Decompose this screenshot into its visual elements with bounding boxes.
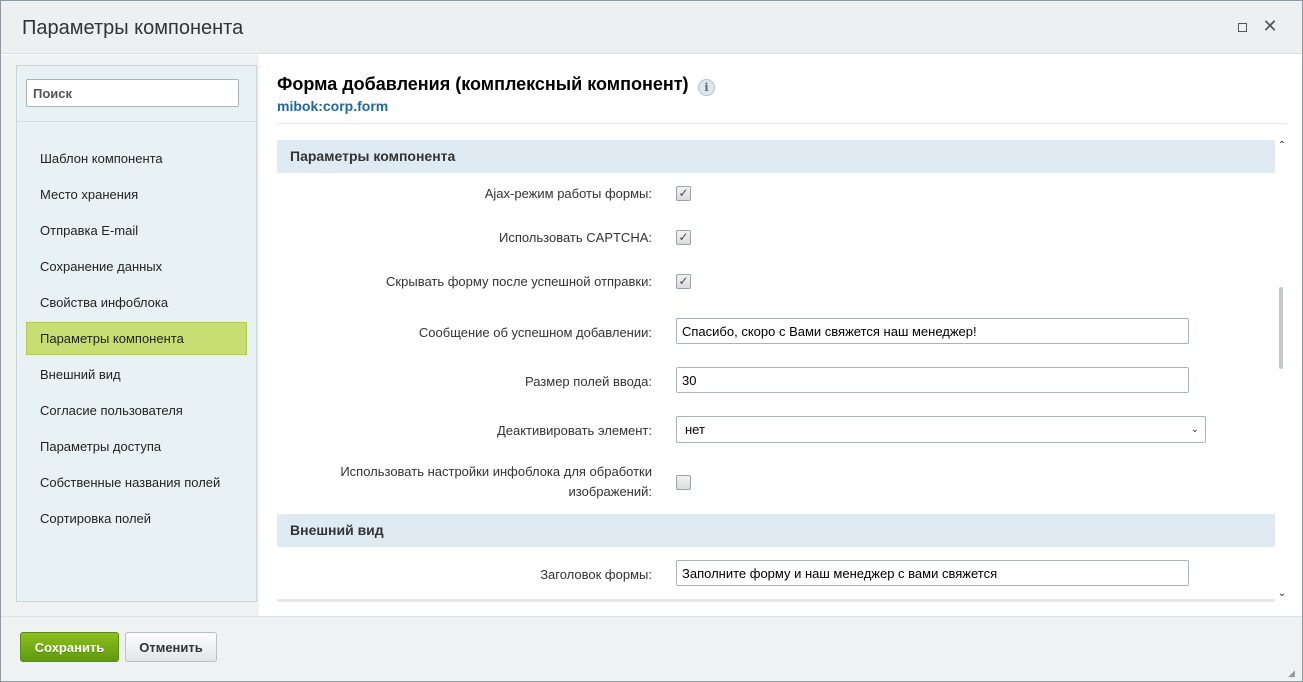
- close-icon[interactable]: ✕: [1262, 18, 1278, 36]
- save-button[interactable]: Сохранить: [20, 632, 119, 662]
- component-code: mibok:corp.form: [277, 98, 389, 114]
- sidebar-item-component-params[interactable]: Параметры компонента: [26, 322, 247, 355]
- deactivate-select-value: нет: [685, 422, 705, 437]
- search-input[interactable]: [26, 79, 239, 107]
- info-icon[interactable]: i: [698, 79, 715, 96]
- sidebar: Шаблон компонента Место хранения Отправк…: [16, 65, 257, 602]
- captcha-checkbox[interactable]: ✓: [676, 230, 691, 245]
- param-label: Заголовок формы:: [540, 567, 652, 582]
- sidebar-item-email[interactable]: Отправка E-mail: [26, 214, 247, 247]
- header-divider: [277, 123, 1287, 124]
- chevron-down-icon: ⌄: [1190, 424, 1199, 435]
- param-label: Использовать CAPTCHA:: [498, 230, 652, 245]
- dialog-footer: Сохранить Отменить ◢: [1, 616, 1302, 681]
- param-label: Деактивировать элемент:: [496, 423, 652, 438]
- param-label: Размер полей ввода:: [524, 374, 652, 389]
- success-message-input[interactable]: [676, 318, 1189, 344]
- dialog-body: Шаблон компонента Место хранения Отправк…: [1, 55, 1302, 616]
- ajax-checkbox[interactable]: ✓: [676, 186, 691, 201]
- sidebar-item-field-names[interactable]: Собственные названия полей: [26, 466, 247, 499]
- params-scroll-area[interactable]: Параметры компонента Ajax-режим работы ф…: [277, 140, 1275, 602]
- param-label-line2: изображений:: [568, 484, 652, 499]
- param-label-line1: Использовать настройки инфоблока для обр…: [340, 464, 652, 479]
- param-label: Скрывать форму после успешной отправки:: [386, 274, 652, 289]
- sidebar-item-save-data[interactable]: Сохранение данных: [26, 250, 247, 283]
- scroll-down-icon[interactable]: ⌄: [1275, 588, 1289, 600]
- deactivate-select[interactable]: нет ⌄: [676, 416, 1206, 443]
- sidebar-item-appearance[interactable]: Внешний вид: [26, 358, 247, 391]
- param-label-multiline: Использовать настройки инфоблока для обр…: [340, 462, 652, 502]
- section-header-params[interactable]: Параметры компонента: [277, 140, 1275, 173]
- param-label: Сообщение об успешном добавлении:: [418, 325, 652, 340]
- iblock-settings-checkbox[interactable]: [676, 475, 691, 490]
- resize-grip-icon[interactable]: ◢: [1288, 668, 1298, 678]
- sidebar-item-iblock-props[interactable]: Свойства инфоблока: [26, 286, 247, 319]
- sidebar-nav: Шаблон компонента Место хранения Отправк…: [26, 142, 247, 538]
- sidebar-item-field-sort[interactable]: Сортировка полей: [26, 502, 247, 535]
- sidebar-divider: [17, 121, 256, 122]
- dialog-title: Параметры компонента: [22, 17, 244, 39]
- dialog-titlebar[interactable]: Параметры компонента ✕: [1, 1, 1302, 54]
- section-divider: [277, 599, 1275, 602]
- param-label: Ajax-режим работы формы:: [484, 186, 652, 201]
- component-params-dialog: Параметры компонента ✕ Шаблон компонента…: [0, 0, 1303, 682]
- cancel-button[interactable]: Отменить: [125, 632, 217, 662]
- section-header-appearance[interactable]: Внешний вид: [277, 514, 1275, 547]
- scroll-thumb[interactable]: [1279, 287, 1283, 369]
- maximize-icon[interactable]: [1234, 19, 1250, 35]
- sidebar-item-user-consent[interactable]: Согласие пользователя: [26, 394, 247, 427]
- sidebar-item-access[interactable]: Параметры доступа: [26, 430, 247, 463]
- sidebar-item-template[interactable]: Шаблон компонента: [26, 142, 247, 175]
- form-title-input[interactable]: [676, 560, 1189, 586]
- sidebar-item-storage[interactable]: Место хранения: [26, 178, 247, 211]
- main-panel: Форма добавления (комплексный компонент)…: [259, 55, 1302, 616]
- vertical-scrollbar[interactable]: ⌃ ⌄: [1275, 140, 1289, 602]
- input-size-input[interactable]: [676, 367, 1189, 393]
- scroll-up-icon[interactable]: ⌃: [1275, 140, 1289, 152]
- component-title: Форма добавления (комплексный компонент): [277, 74, 689, 94]
- hide-form-checkbox[interactable]: ✓: [676, 274, 691, 289]
